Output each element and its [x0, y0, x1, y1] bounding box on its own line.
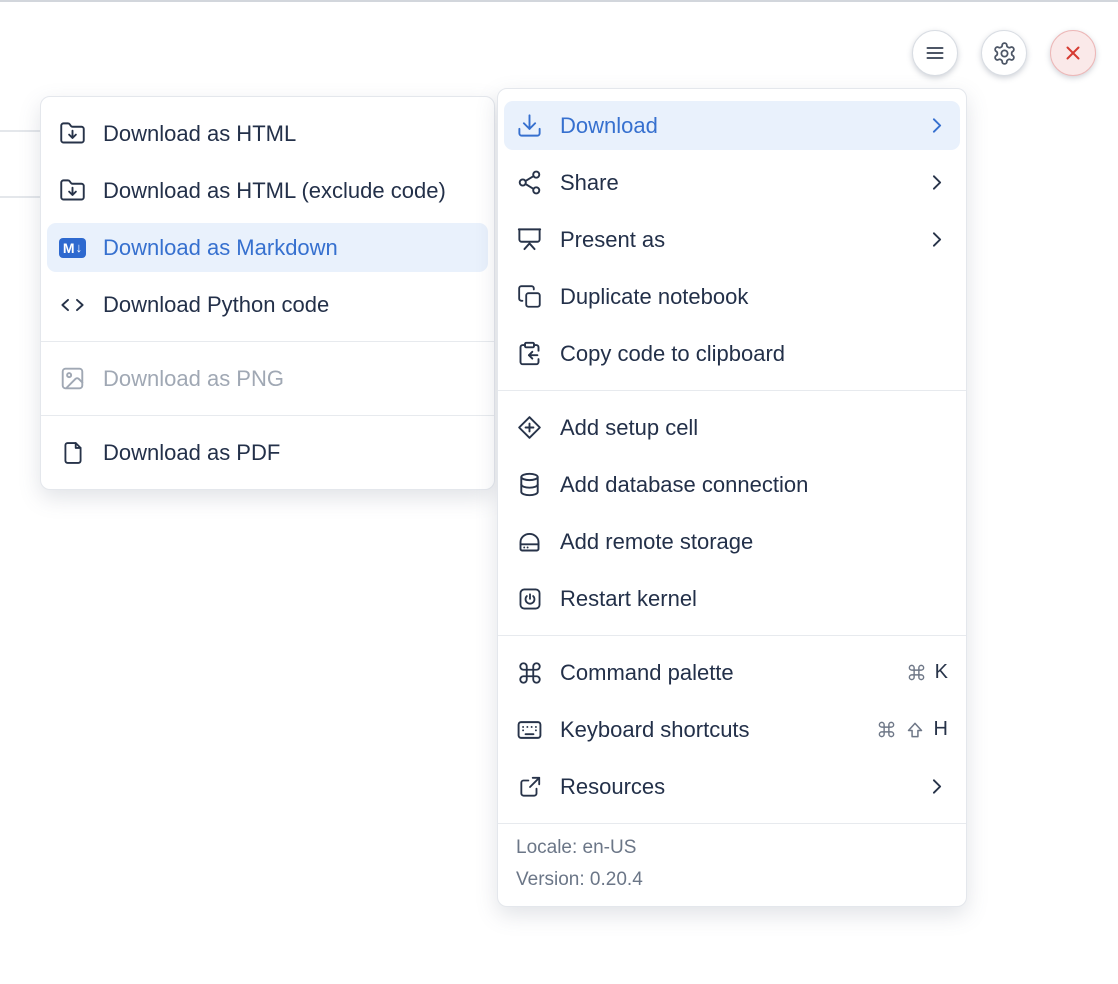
menu-item-label: Duplicate notebook — [560, 284, 948, 310]
file-icon — [59, 440, 86, 466]
menu-item-command-palette[interactable]: Command palette K — [498, 644, 966, 701]
close-button[interactable] — [1050, 30, 1096, 76]
menu-item-label: Present as — [560, 227, 908, 253]
page-top-border — [0, 0, 1118, 2]
shortcut-hint: K — [907, 661, 948, 684]
download-icon — [516, 112, 543, 139]
diamond-plus-icon — [516, 414, 543, 441]
floating-toolbar — [912, 30, 1096, 76]
folder-download-icon — [59, 120, 86, 147]
command-key-icon — [907, 663, 926, 682]
menu-item-label: Download as HTML (exclude code) — [103, 178, 476, 204]
menu-item-share[interactable]: Share — [498, 154, 966, 211]
keyboard-icon — [516, 716, 543, 744]
close-icon — [1061, 41, 1085, 65]
menu-item-label: Download as Markdown — [103, 235, 476, 261]
chevron-right-icon — [925, 775, 948, 798]
menu-item-add-database-connection[interactable]: Add database connection — [498, 456, 966, 513]
menu-item-keyboard-shortcuts[interactable]: Keyboard shortcuts H — [498, 701, 966, 758]
menu-item-download-pdf[interactable]: Download as PDF — [41, 424, 494, 481]
download-submenu-items: Download as HTML Download as HTML (exclud… — [41, 105, 494, 481]
shift-key-icon — [905, 720, 925, 740]
power-square-icon — [516, 586, 543, 612]
menu-item-label: Add remote storage — [560, 529, 948, 555]
external-link-icon — [516, 774, 543, 800]
menu-item-label: Keyboard shortcuts — [560, 717, 860, 743]
menu-item-label: Download — [560, 113, 908, 139]
menu-item-label: Add database connection — [560, 472, 948, 498]
menu-item-copy-code[interactable]: Copy code to clipboard — [498, 325, 966, 382]
markdown-badge: M↓ — [59, 238, 86, 258]
share-icon — [516, 169, 543, 196]
code-icon — [59, 291, 86, 319]
menu-item-duplicate-notebook[interactable]: Duplicate notebook — [498, 268, 966, 325]
menu-item-label: Download as PDF — [103, 440, 476, 466]
menu-divider — [498, 635, 966, 636]
background-rule-line — [0, 196, 44, 198]
key-letter: K — [935, 661, 948, 684]
background-rule-line — [0, 130, 44, 132]
locale-text: Locale: en-US — [516, 837, 948, 859]
database-icon — [516, 471, 543, 498]
menu-item-restart-kernel[interactable]: Restart kernel — [498, 570, 966, 627]
version-text: Version: 0.20.4 — [516, 869, 948, 891]
notebook-menu: Download Share Present as Duplicate noteboo… — [497, 88, 967, 907]
menu-divider — [41, 415, 494, 416]
menu-item-label: Download as PNG — [103, 366, 476, 392]
present-icon — [516, 226, 543, 253]
folder-download-icon — [59, 177, 86, 204]
clipboard-copy-icon — [516, 340, 543, 367]
markdown-badge-icon: M↓ — [59, 238, 86, 258]
menu-item-label: Add setup cell — [560, 415, 948, 441]
settings-button[interactable] — [981, 30, 1027, 76]
menu-item-label: Copy code to clipboard — [560, 341, 948, 367]
menu-button[interactable] — [912, 30, 958, 76]
menu-item-label: Resources — [560, 774, 908, 800]
duplicate-icon — [516, 284, 543, 310]
menu-item-present-as[interactable]: Present as — [498, 211, 966, 268]
menu-item-download-png: Download as PNG — [41, 350, 494, 407]
menu-item-download-html[interactable]: Download as HTML — [41, 105, 494, 162]
image-icon — [59, 365, 86, 392]
menu-item-add-remote-storage[interactable]: Add remote storage — [498, 513, 966, 570]
chevron-right-icon — [925, 114, 948, 137]
menu-item-download-markdown[interactable]: M↓ Download as Markdown — [47, 223, 488, 272]
menu-item-resources[interactable]: Resources — [498, 758, 966, 815]
menu-item-download-html-exclude-code[interactable]: Download as HTML (exclude code) — [41, 162, 494, 219]
notebook-menu-items: Download Share Present as Duplicate noteboo… — [498, 101, 966, 815]
menu-item-label: Download as HTML — [103, 121, 476, 147]
command-key-icon — [877, 720, 896, 739]
key-letter: H — [934, 718, 948, 741]
chevron-right-icon — [925, 228, 948, 251]
menu-item-label: Download Python code — [103, 292, 476, 318]
menu-divider — [41, 341, 494, 342]
menu-item-download[interactable]: Download — [504, 101, 960, 150]
menu-divider — [498, 390, 966, 391]
chevron-right-icon — [925, 171, 948, 194]
download-submenu: Download as HTML Download as HTML (exclud… — [40, 96, 495, 490]
menu-item-add-setup-cell[interactable]: Add setup cell — [498, 399, 966, 456]
gear-icon — [992, 41, 1017, 66]
menu-item-label: Command palette — [560, 660, 890, 686]
menu-item-download-python[interactable]: Download Python code — [41, 276, 494, 333]
storage-icon — [516, 528, 543, 555]
hamburger-icon — [923, 41, 947, 65]
shortcut-hint: H — [877, 718, 948, 741]
menu-item-label: Restart kernel — [560, 586, 948, 612]
menu-footer: Locale: en-US Version: 0.20.4 — [498, 823, 966, 906]
command-icon — [516, 660, 543, 686]
menu-item-label: Share — [560, 170, 908, 196]
